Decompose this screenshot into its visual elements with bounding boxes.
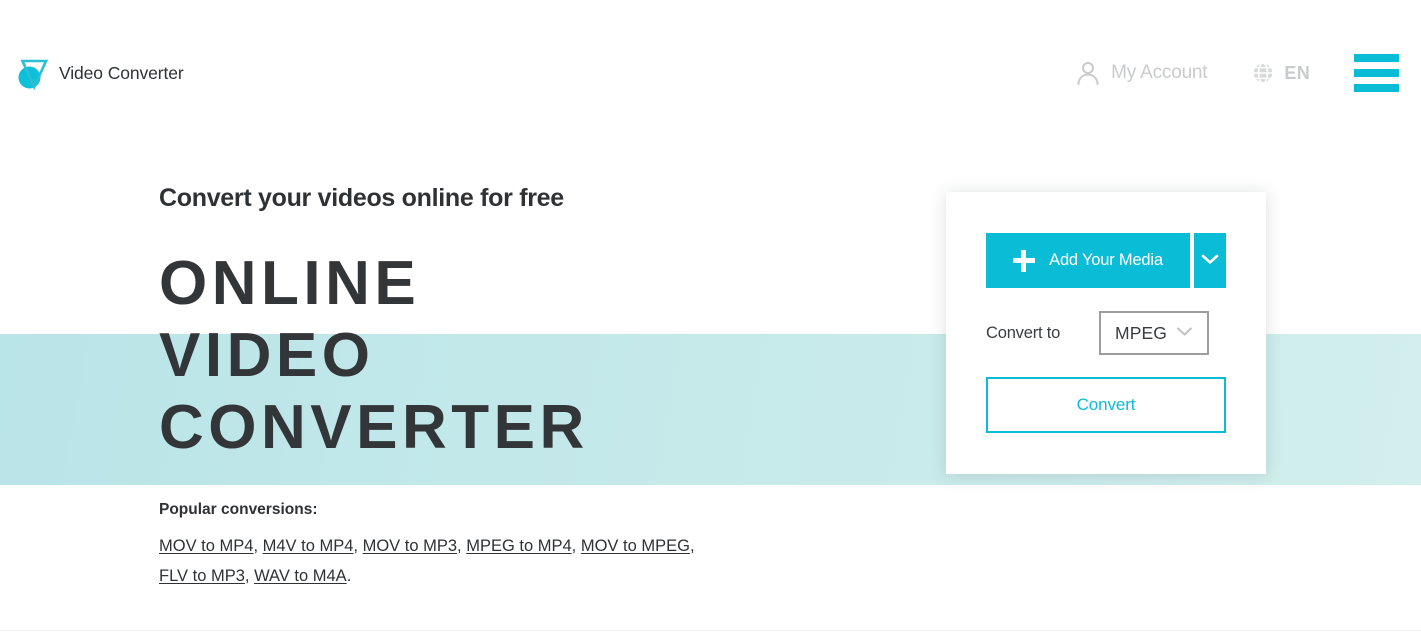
output-format-value: MPEG: [1115, 322, 1167, 343]
add-media-dropdown-button[interactable]: [1194, 233, 1226, 288]
hamburger-bar: [1354, 54, 1399, 62]
triangle-circle-logo-icon: [18, 56, 49, 91]
my-account-label: My Account: [1111, 62, 1208, 83]
output-format-select[interactable]: MPEG: [1099, 311, 1209, 355]
add-your-media-label: Add Your Media: [1049, 251, 1163, 269]
page-title: ONLINE VIDEO CONVERTER: [159, 248, 589, 464]
footer-divider: [0, 630, 1421, 631]
convert-button[interactable]: Convert: [986, 377, 1226, 433]
popular-conversion-link[interactable]: FLV to MP3: [159, 567, 245, 585]
convert-to-row: Convert to MPEG: [986, 311, 1226, 355]
brand-logo-link[interactable]: Video Converter: [18, 56, 184, 91]
popular-conversions-links: MOV to MP4, M4V to MP4, MOV to MP3, MPEG…: [159, 537, 695, 585]
page-root: Video Converter My Account EN Convert yo…: [0, 0, 1421, 635]
hero-section: Convert your videos online for free ONLI…: [159, 186, 589, 464]
popular-conversions-title: Popular conversions:: [159, 501, 318, 518]
person-icon: [1074, 59, 1102, 87]
language-selector[interactable]: EN: [1251, 61, 1310, 85]
popular-conversions: Popular conversions: MOV to MP4, M4V to …: [159, 500, 699, 591]
brand-name-label: Video Converter: [59, 62, 184, 83]
chevron-down-icon: [1176, 324, 1193, 342]
my-account-button[interactable]: My Account: [1074, 59, 1208, 87]
add-your-media-button[interactable]: Add Your Media: [986, 233, 1190, 288]
hero-kicker: Convert your videos online for free: [159, 184, 564, 212]
plus-icon: [1013, 249, 1036, 272]
popular-conversion-link[interactable]: WAV to M4A: [254, 567, 347, 585]
globe-icon: [1251, 61, 1275, 85]
hamburger-menu-icon[interactable]: [1354, 54, 1399, 92]
popular-conversion-link[interactable]: MOV to MPEG: [581, 537, 690, 555]
popular-conversion-link[interactable]: M4V to MP4: [263, 537, 354, 555]
add-media-row: Add Your Media: [986, 233, 1226, 288]
convert-to-label: Convert to: [986, 323, 1061, 342]
hero-title-line-2: VIDEO: [159, 321, 375, 390]
converter-card: Add Your Media Convert to MPEG Convert: [946, 192, 1266, 474]
popular-conversion-link[interactable]: MOV to MP4: [159, 537, 253, 555]
site-header: Video Converter My Account EN: [0, 0, 1421, 124]
chevron-down-icon: [1201, 253, 1219, 268]
hamburger-bar: [1354, 84, 1399, 92]
header-nav: My Account EN: [1074, 54, 1421, 92]
language-label: EN: [1284, 62, 1310, 83]
popular-conversion-link[interactable]: MOV to MP3: [363, 537, 457, 555]
hero-title-line-3: CONVERTER: [159, 393, 589, 462]
hamburger-bar: [1354, 69, 1399, 77]
popular-conversion-link[interactable]: MPEG to MP4: [466, 537, 571, 555]
hero-title-line-1: ONLINE: [159, 249, 421, 318]
